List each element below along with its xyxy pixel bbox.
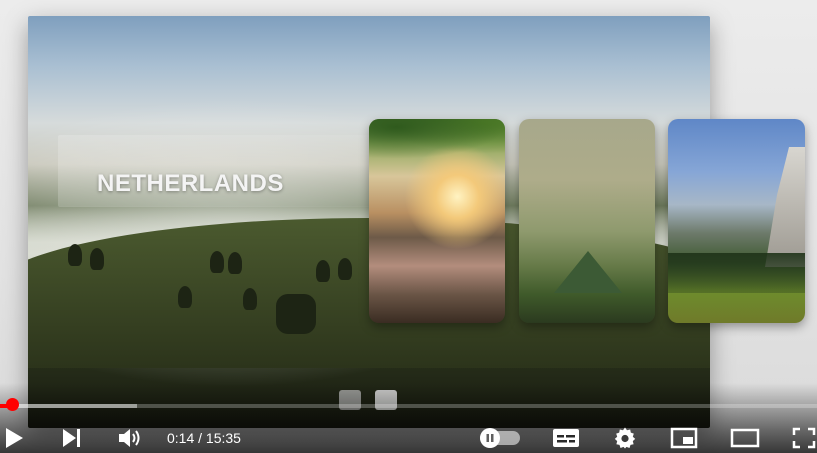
mute-button[interactable] bbox=[115, 424, 145, 452]
sunset-lake-card bbox=[369, 119, 505, 323]
theater-mode-button[interactable] bbox=[728, 424, 762, 452]
tree bbox=[68, 244, 82, 266]
next-icon bbox=[63, 429, 80, 447]
volume-icon bbox=[119, 429, 140, 447]
scrubber-handle[interactable] bbox=[5, 398, 19, 411]
miniplayer-button[interactable] bbox=[668, 424, 700, 452]
time-separator: / bbox=[194, 430, 206, 446]
tree bbox=[90, 248, 104, 270]
play-button[interactable] bbox=[0, 424, 28, 452]
autoplay-knob bbox=[480, 428, 500, 448]
tree bbox=[316, 260, 330, 282]
play-icon bbox=[6, 428, 23, 448]
tree bbox=[243, 288, 257, 310]
video-player[interactable]: NETHERLANDS 0:14 / 15:35 bbox=[0, 0, 817, 453]
duration: 15:35 bbox=[205, 430, 241, 446]
fullscreen-icon bbox=[792, 427, 815, 449]
fullscreen-button[interactable] bbox=[790, 424, 817, 452]
rock bbox=[276, 294, 316, 334]
mountain-cliff-card bbox=[668, 119, 805, 323]
captions-icon bbox=[553, 429, 579, 447]
tree bbox=[228, 252, 242, 274]
pause-icon bbox=[486, 434, 494, 442]
time-display: 0:14 / 15:35 bbox=[167, 430, 241, 446]
gear-icon bbox=[614, 427, 636, 449]
theater-mode-icon bbox=[730, 428, 760, 448]
miniplayer-icon bbox=[670, 427, 698, 449]
captions-button[interactable] bbox=[550, 424, 582, 452]
next-button[interactable] bbox=[57, 424, 87, 452]
buffered-bar bbox=[0, 404, 138, 408]
tree bbox=[178, 286, 192, 308]
tree bbox=[210, 251, 224, 273]
tree bbox=[338, 258, 352, 280]
valley-card bbox=[519, 119, 655, 323]
slide-title: NETHERLANDS bbox=[97, 170, 284, 197]
current-time: 0:14 bbox=[167, 430, 195, 446]
progress-bar[interactable] bbox=[0, 404, 817, 408]
settings-button[interactable] bbox=[610, 424, 640, 452]
autoplay-toggle[interactable] bbox=[480, 428, 520, 448]
